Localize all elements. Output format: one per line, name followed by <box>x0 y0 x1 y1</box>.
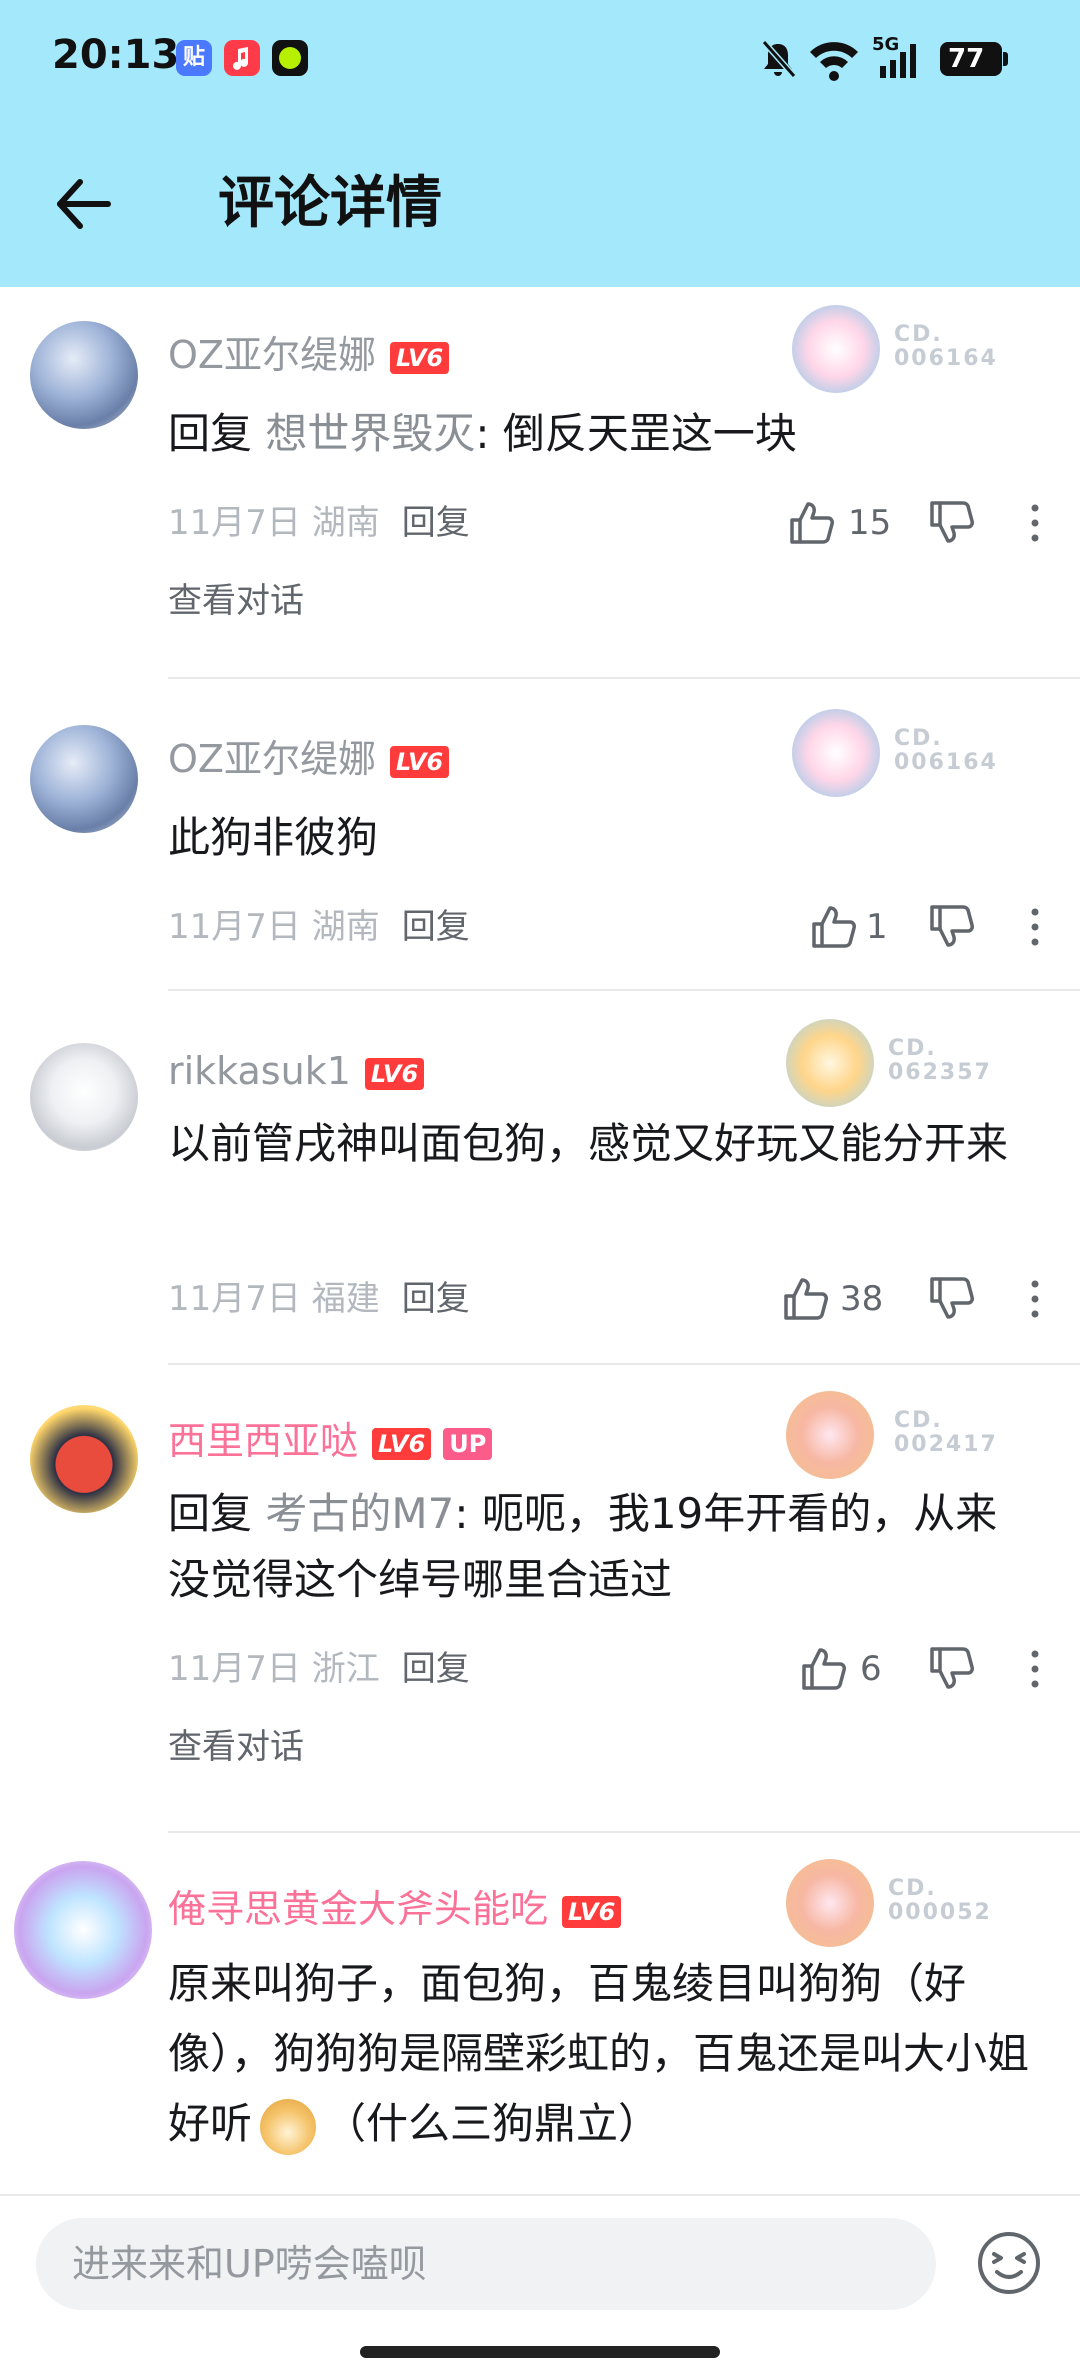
dislike-icon[interactable] <box>928 1645 976 1693</box>
fan-medal-number: CD. 000052 <box>888 1876 992 1925</box>
like-count: 6 <box>860 1649 882 1689</box>
comment-text: 回复 考古的M7: 呃呃，我19年开看的，从来没觉得这个绰号哪里合适过 <box>168 1489 998 1604</box>
avatar[interactable] <box>30 1405 138 1513</box>
reply-button[interactable]: 回复 <box>402 1649 470 1689</box>
fan-medal-icon <box>786 1391 874 1479</box>
comment-meta: 11月7日 浙江 回复 <box>168 1647 470 1691</box>
wifi-icon <box>810 42 858 81</box>
comment-meta: 11月7日 福建 回复 <box>168 1277 470 1321</box>
comment-location: 福建 <box>311 1279 380 1319</box>
comment-input[interactable] <box>36 2218 936 2310</box>
like-icon[interactable] <box>788 498 836 548</box>
fan-medal-number: CD. 006164 <box>894 322 998 371</box>
fan-medal-icon <box>792 709 880 797</box>
music-notification-icon <box>224 40 260 76</box>
comment-item: OZ亚尔缇娜 LV6 CD. 006164 回复 想世界毁灭: 倒反天罡这一块 11… <box>0 287 1080 679</box>
comment-location: 浙江 <box>311 1649 380 1689</box>
like-count: 15 <box>848 503 892 543</box>
username[interactable]: OZ亚尔缇娜 LV6 <box>168 735 450 783</box>
username[interactable]: rikkasuk1 LV6 <box>168 1047 425 1095</box>
app-notification-icon <box>272 40 308 76</box>
like-count: 1 <box>866 907 888 947</box>
avatar[interactable] <box>14 1861 152 1999</box>
comment-meta: 11月7日 湖南 回复 <box>168 501 470 545</box>
dislike-icon[interactable] <box>928 499 976 547</box>
more-options-icon[interactable] <box>1025 905 1045 949</box>
dislike-icon[interactable] <box>928 903 976 951</box>
reply-to-user[interactable]: 考古的M7 <box>265 1489 454 1538</box>
fan-medal-icon <box>792 305 880 393</box>
level-badge: LV6 <box>389 745 450 778</box>
comment-item: OZ亚尔缇娜 LV6 CD. 006164 此狗非彼狗 11月7日 湖南 回复 1 <box>0 679 1080 991</box>
comment-text: 此狗非彼狗 <box>168 813 379 862</box>
battery-icon: 77 <box>940 42 1008 76</box>
emoji-icon[interactable] <box>976 2230 1042 2296</box>
comment-location: 湖南 <box>311 907 380 947</box>
more-options-icon[interactable] <box>1025 1277 1045 1321</box>
username[interactable]: 西里西亚哒 LV6 UP <box>168 1417 493 1465</box>
like-icon[interactable] <box>782 1274 830 1324</box>
comment-list[interactable]: OZ亚尔缇娜 LV6 CD. 006164 回复 想世界毁灭: 倒反天罡这一块 11… <box>0 287 1080 2194</box>
more-options-icon[interactable] <box>1025 501 1045 545</box>
comment-date: 11月7日 <box>168 907 301 947</box>
comment-text: 以前管戌神叫面包狗，感觉又好玩又能分开来 <box>168 1119 1009 1168</box>
mute-icon <box>761 40 797 78</box>
reply-button[interactable]: 回复 <box>402 1279 470 1319</box>
back-arrow-icon[interactable] <box>48 168 120 240</box>
up-badge: UP <box>443 1427 493 1460</box>
tieba-notification-icon: 贴 <box>176 40 212 76</box>
reply-button[interactable]: 回复 <box>402 907 470 947</box>
page-header: 评论详情 <box>0 150 1080 260</box>
signal-icon <box>880 44 916 78</box>
like-icon[interactable] <box>800 1644 848 1694</box>
fan-medal-number: CD. 002417 <box>894 1408 998 1457</box>
comment-input-bar <box>0 2194 1080 2376</box>
fan-medal-icon <box>786 1859 874 1947</box>
comment-item: 俺寻思黄金大斧头能吃 LV6 CD. 000052 原来叫狗子，面包狗，百鬼绫目叫狗… <box>0 1833 1080 2194</box>
level-badge: LV6 <box>389 341 450 374</box>
level-badge: LV6 <box>562 1895 622 1928</box>
comment-text: 原来叫狗子，面包狗，百鬼绫目叫狗狗（好像），狗狗狗是隔壁彩虹的，百鬼还是叫大小姐… <box>168 1949 1038 2159</box>
fan-medal-icon <box>786 1019 874 1107</box>
top-area: 20:13 贴 5G 77 评论详情 <box>0 0 1080 287</box>
avatar[interactable] <box>30 725 138 833</box>
level-badge: LV6 <box>372 1427 432 1460</box>
status-bar: 20:13 贴 5G 77 <box>0 0 1080 118</box>
status-time: 20:13 <box>52 32 180 78</box>
comment-location: 湖南 <box>311 503 380 543</box>
doge-emoji-icon <box>260 2098 317 2155</box>
comment-date: 11月7日 <box>168 1649 301 1689</box>
reply-button[interactable]: 回复 <box>402 503 470 543</box>
level-badge: LV6 <box>364 1057 425 1090</box>
like-icon[interactable] <box>810 902 858 952</box>
battery-level: 77 <box>948 44 985 74</box>
view-conversation-link[interactable]: 查看对话 <box>168 579 304 623</box>
comment-meta: 11月7日 湖南 回复 <box>168 905 470 949</box>
dislike-icon[interactable] <box>928 1275 976 1323</box>
reply-to-user[interactable]: 想世界毁灭 <box>265 409 475 458</box>
comment-text: 回复 想世界毁灭: 倒反天罡这一块 <box>168 409 797 458</box>
comment-item: 西里西亚哒 LV6 UP CD. 002417 回复 考古的M7: 呃呃，我19年开看… <box>0 1365 1080 1833</box>
page-title: 评论详情 <box>218 171 442 236</box>
home-indicator[interactable] <box>360 2346 720 2358</box>
username[interactable]: 俺寻思黄金大斧头能吃 LV6 <box>168 1885 622 1933</box>
avatar[interactable] <box>30 1043 138 1151</box>
view-conversation-link[interactable]: 查看对话 <box>168 1725 304 1769</box>
comment-date: 11月7日 <box>168 503 301 543</box>
like-count: 38 <box>840 1279 884 1319</box>
comment-date: 11月7日 <box>168 1279 301 1319</box>
username[interactable]: OZ亚尔缇娜 LV6 <box>168 331 450 379</box>
more-options-icon[interactable] <box>1025 1647 1045 1691</box>
avatar[interactable] <box>30 321 138 429</box>
comment-item: rikkasuk1 LV6 CD. 062357 以前管戌神叫面包狗，感觉又好玩又能… <box>0 991 1080 1365</box>
fan-medal-number: CD. 006164 <box>894 726 998 775</box>
fan-medal-number: CD. 062357 <box>888 1036 992 1085</box>
